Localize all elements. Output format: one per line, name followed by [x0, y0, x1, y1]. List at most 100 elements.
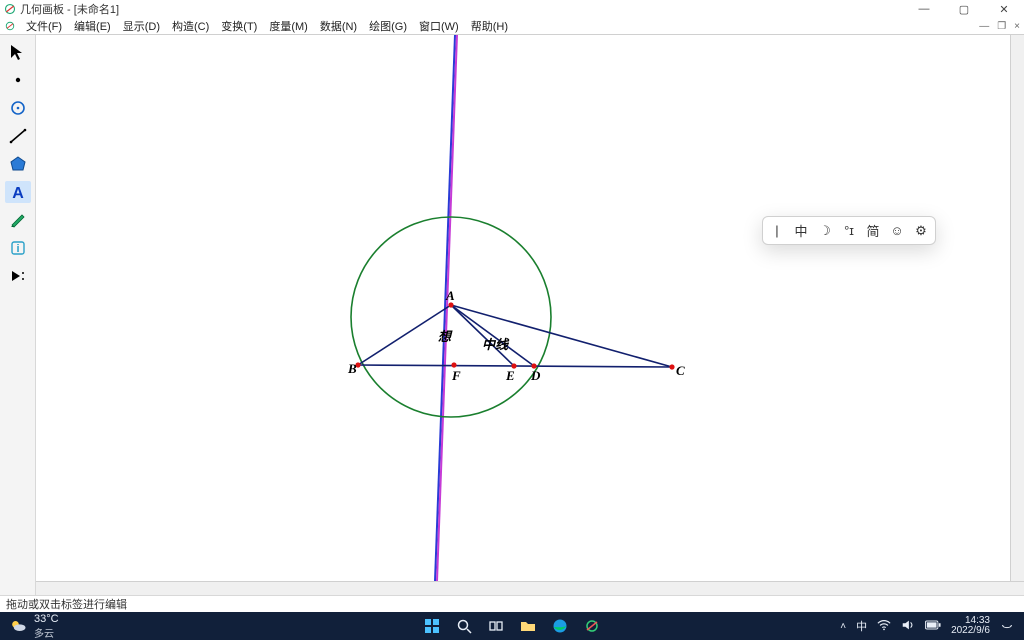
label-D[interactable]: D	[530, 368, 541, 383]
mdi-close-button[interactable]: ×	[1010, 21, 1024, 32]
polygon-icon	[8, 155, 28, 173]
titlebar: 几何画板 - [未命名1] — ▢ ✕	[0, 0, 1024, 18]
point-icon	[8, 71, 28, 89]
tray-notifications-icon[interactable]	[1000, 618, 1014, 635]
geometry-drawing: A B C D E F 想 中线	[36, 35, 1010, 581]
menu-transform[interactable]: 变换(T)	[215, 18, 263, 34]
label-C[interactable]: C	[676, 363, 685, 378]
taskbar-app-gsp[interactable]	[582, 616, 602, 636]
tool-information[interactable]: i	[5, 237, 31, 259]
custom-tool-icon	[8, 267, 28, 285]
circle-A[interactable]	[351, 217, 551, 417]
menu-graph[interactable]: 绘图(G)	[363, 18, 413, 34]
tool-marker[interactable]	[5, 209, 31, 231]
ime-punct-toggle[interactable]: °ɪ	[841, 223, 857, 238]
taskbar-search[interactable]	[454, 616, 474, 636]
ime-mode-icon[interactable]: |	[769, 223, 785, 238]
label-B[interactable]: B	[347, 361, 357, 376]
weather-icon	[8, 616, 28, 636]
segment-AD[interactable]	[451, 305, 534, 366]
window-title: 几何画板 - [未命名1]	[20, 1, 119, 17]
taskbar-center	[422, 616, 602, 636]
battery-icon	[925, 620, 941, 630]
ime-toolbar[interactable]: | 中 ☽ °ɪ 简 ☺ ⚙	[762, 216, 936, 245]
scrollbar-horizontal[interactable]	[36, 581, 1024, 595]
window-maximize-button[interactable]: ▢	[944, 0, 984, 18]
svg-text:i: i	[16, 243, 19, 255]
menu-data[interactable]: 数据(N)	[314, 18, 363, 34]
taskbar-tray: ˄ 中 14:33 2022/9/6	[840, 616, 1024, 637]
menu-display[interactable]: 显示(D)	[117, 18, 166, 34]
taskbar-taskview[interactable]	[486, 616, 506, 636]
sketch-canvas[interactable]: A B C D E F 想 中线	[36, 35, 1024, 595]
taskbar-left[interactable]: 33°C 多云	[0, 613, 59, 640]
label-E[interactable]: E	[505, 368, 515, 383]
window-close-button[interactable]: ✕	[984, 0, 1024, 18]
line-icon	[8, 127, 28, 145]
status-text: 拖动或双击标签进行编辑	[6, 596, 127, 612]
info-icon: i	[8, 239, 28, 257]
circle-icon	[8, 99, 28, 117]
taskbar: 33°C 多云 ˄ 中	[0, 612, 1024, 640]
mdi-restore-button[interactable]: ❐	[993, 21, 1010, 32]
weather-desc: 多云	[34, 625, 59, 640]
point-C[interactable]	[669, 364, 674, 369]
menu-measure[interactable]: 度量(M)	[263, 18, 314, 34]
search-icon	[456, 618, 472, 634]
wifi-icon	[877, 618, 891, 632]
statusbar: 拖动或双击标签进行编辑	[0, 595, 1024, 612]
tray-wifi-icon[interactable]	[877, 618, 891, 635]
menu-construct[interactable]: 构造(C)	[166, 18, 215, 34]
tray-date: 2022/9/6	[951, 626, 990, 637]
tool-straightedge[interactable]	[5, 125, 31, 147]
tool-polygon[interactable]	[5, 153, 31, 175]
tray-lang[interactable]: 中	[856, 618, 867, 634]
tool-arrow[interactable]	[5, 41, 31, 63]
menu-help[interactable]: 帮助(H)	[465, 18, 514, 34]
taskbar-edge[interactable]	[550, 616, 570, 636]
text-icon: A	[8, 183, 28, 201]
start-button[interactable]	[422, 616, 442, 636]
point-F[interactable]	[451, 362, 456, 367]
edge-icon	[552, 618, 568, 634]
tray-chevron-up-icon[interactable]: ˄	[840, 621, 846, 632]
main-area: A i	[0, 35, 1024, 595]
menubar: 文件(F) 编辑(E) 显示(D) 构造(C) 变换(T) 度量(M) 数据(N…	[0, 18, 1024, 35]
annotation-jiao[interactable]: 想	[438, 329, 453, 344]
menu-file[interactable]: 文件(F)	[20, 18, 68, 34]
volume-icon	[901, 618, 915, 632]
label-F[interactable]: F	[451, 368, 461, 383]
tool-point[interactable]	[5, 69, 31, 91]
tool-text[interactable]: A	[5, 181, 31, 203]
menu-window[interactable]: 窗口(W)	[413, 18, 465, 34]
scrollbar-vertical[interactable]	[1010, 35, 1024, 581]
menu-edit[interactable]: 编辑(E)	[68, 18, 117, 34]
gsp-icon	[584, 618, 600, 634]
mdi-minimize-button[interactable]: —	[975, 21, 993, 32]
ime-moon-icon[interactable]: ☽	[817, 223, 833, 239]
window-minimize-button[interactable]: —	[904, 0, 944, 18]
tray-battery-icon[interactable]	[925, 620, 941, 633]
tray-volume-icon[interactable]	[901, 618, 915, 635]
document-icon	[4, 20, 16, 32]
taskbar-explorer[interactable]	[518, 616, 538, 636]
toolbox: A i	[0, 35, 36, 595]
label-A[interactable]: A	[445, 288, 455, 303]
annotation-median[interactable]: 中线	[482, 337, 510, 352]
bell-icon	[1000, 618, 1014, 632]
ime-lang-toggle[interactable]: 中	[793, 221, 809, 240]
arrow-icon	[8, 43, 28, 61]
windows-icon	[424, 618, 440, 634]
taskview-icon	[488, 618, 504, 634]
weather-temp: 33°C	[34, 613, 59, 625]
tool-compass[interactable]	[5, 97, 31, 119]
folder-icon	[520, 618, 536, 634]
ime-emoji-icon[interactable]: ☺	[889, 223, 905, 238]
ime-simplified-toggle[interactable]: 简	[865, 221, 881, 240]
tool-custom[interactable]	[5, 265, 31, 287]
point-A[interactable]	[448, 302, 453, 307]
app-icon	[4, 3, 16, 15]
tray-clock[interactable]: 14:33 2022/9/6	[951, 616, 990, 637]
svg-text:A: A	[12, 185, 24, 201]
ime-settings-icon[interactable]: ⚙	[913, 223, 929, 239]
